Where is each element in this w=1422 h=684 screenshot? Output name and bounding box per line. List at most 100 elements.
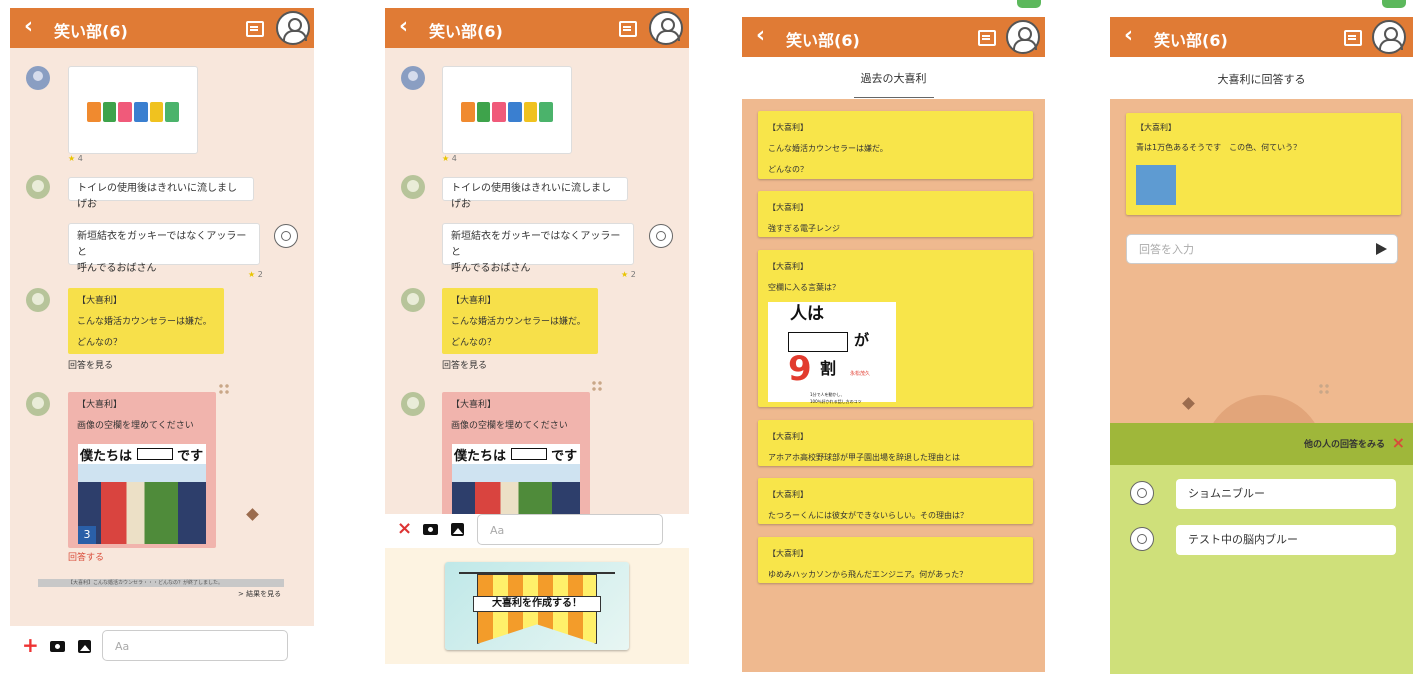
ogiri-list-item[interactable]: 【大喜利】 たつろーくんには彼女ができないらしい。その理由は？	[758, 478, 1033, 524]
create-banner-label: 大喜利を作成する！	[473, 596, 601, 612]
chat-title: 笑い部(6)	[786, 31, 860, 50]
group-avatar-icon[interactable]	[1372, 20, 1406, 54]
star-count: ★ 2	[621, 270, 636, 279]
ogiri-list: 【大喜利】 こんな婚活カウンセラーは嫌だ。 どんなの？ 【大喜利】 強すぎる電子レンジ…	[742, 99, 1045, 672]
ogiri-card[interactable]: 【大喜利】 こんな婚活カウンセラーは嫌だ。 どんなの？	[68, 288, 224, 354]
message-input[interactable]: Aa	[477, 514, 663, 545]
avatar[interactable]	[26, 66, 50, 90]
other-answers-bar[interactable]: 他の人の回答をみる ×	[1110, 423, 1413, 465]
close-icon[interactable]: ×	[397, 518, 412, 539]
camera-icon[interactable]	[423, 524, 438, 535]
group-avatar-icon[interactable]	[276, 11, 310, 45]
memo-icon[interactable]	[246, 21, 264, 37]
tab-header: 大喜利に回答する	[1110, 57, 1413, 100]
chat-title: 笑い部(6)	[1154, 31, 1228, 50]
avatar[interactable]	[26, 392, 50, 416]
ogiri-text: 【大喜利】 画像の空欄を埋めてください	[77, 400, 194, 431]
create-panel: 大喜利を作成する！	[385, 548, 689, 664]
screen-past-ogiri: ‹ 笑い部(6) 過去の大喜利 【大喜利】 こんな婚活カウンセラーは嫌だ。 どんなの…	[742, 0, 1045, 684]
back-icon[interactable]: ‹	[1124, 25, 1133, 47]
answer-input[interactable]: 回答を入力	[1126, 234, 1398, 264]
message-input[interactable]: Aa	[102, 630, 288, 661]
send-icon[interactable]	[1376, 243, 1387, 255]
image-icon[interactable]	[451, 523, 464, 536]
image-icon[interactable]	[78, 640, 91, 653]
app-header: ‹ 笑い部(6)	[385, 8, 689, 48]
close-icon[interactable]: ×	[1392, 433, 1405, 452]
message-bubble: トイレの使用後はきれいに流しましげお	[442, 177, 628, 210]
tab-title[interactable]: 過去の大喜利	[742, 70, 1045, 86]
avatar[interactable]	[1130, 527, 1154, 551]
memo-icon[interactable]	[978, 30, 996, 46]
group-avatar-icon[interactable]	[1006, 20, 1040, 54]
image-message[interactable]	[442, 66, 572, 154]
memo-icon[interactable]	[1344, 30, 1362, 46]
group-avatar-icon[interactable]	[649, 11, 683, 45]
memo-icon[interactable]	[619, 21, 637, 37]
back-icon[interactable]: ‹	[24, 16, 33, 38]
screen-chat: ‹ 笑い部(6) ★ 4 トイレの使用後はきれいに流しましげお 新垣結衣をガッキ…	[10, 0, 314, 684]
create-ogiri-button[interactable]: 大喜利を作成する！	[445, 562, 629, 650]
ogiri-text: 【大喜利】 こんな婚活カウンセラーは嫌だ。 どんなの？	[77, 296, 212, 348]
ogiri-question-card: 【大喜利】 青は1万色あるそうです この色、何ていう？	[1126, 113, 1401, 215]
ogiri-text: 【大喜利】 こんな婚活カウンセラーは嫌だ。 どんなの？	[451, 296, 586, 348]
ogiri-card[interactable]: 【大喜利】 こんな婚活カウンセラーは嫌だ。 どんなの？	[442, 288, 598, 354]
ogiri-list-item[interactable]: 【大喜利】 ゆめみハッカソンから飛んだエンジニア。何があった？	[758, 537, 1033, 583]
book-cover-image: 人は が 9 割 永松茂久 1分で人を動かし、 100％好かれる話し方のコツ	[768, 302, 896, 404]
message-bubble-own: 新垣結衣をガッキーではなくアッラーと 呼んでるおばさん	[68, 223, 260, 274]
answer-panel: 【大喜利】 青は1万色あるそうです この色、何ていう？ 回答を入力	[1110, 99, 1413, 455]
answers-list: ショムニブルー テスト中の脳内ブルー	[1110, 465, 1413, 674]
ogiri-card[interactable]: 【大喜利】 画像の空欄を埋めてください 僕たちは です	[442, 392, 590, 514]
star-count: ★ 4	[68, 154, 83, 163]
status-indicator	[1017, 0, 1041, 8]
tab-underline	[854, 97, 934, 98]
avatar[interactable]	[401, 392, 425, 416]
decoration	[246, 508, 259, 521]
answer-item: ショムニブルー	[1176, 479, 1396, 509]
view-answers-link[interactable]: 回答を見る	[68, 358, 113, 371]
screen-chat-create: ‹ 笑い部(6) ★ 4 トイレの使用後はきれいに流しましげお 新垣結衣をガッキ…	[385, 0, 689, 684]
star-count: ★ 4	[442, 154, 457, 163]
app-header: ‹ 笑い部(6)	[10, 8, 314, 48]
app-header: ‹ 笑い部(6)	[1110, 17, 1413, 57]
decoration	[591, 380, 603, 392]
chat-area: ★ 4 トイレの使用後はきれいに流しましげお 新垣結衣をガッキーではなくアッラー…	[10, 48, 314, 626]
avatar[interactable]	[26, 288, 50, 312]
game-logo-icon	[461, 102, 554, 124]
message-bubble: トイレの使用後はきれいに流しましげお	[68, 177, 254, 210]
color-swatch	[1136, 165, 1176, 205]
plus-icon[interactable]: +	[22, 633, 39, 657]
avatar[interactable]	[401, 288, 425, 312]
chat-area: ★ 4 トイレの使用後はきれいに流しましげお 新垣結衣をガッキーではなくアッラー…	[385, 48, 689, 514]
view-answers-link[interactable]: 回答を見る	[442, 358, 487, 371]
back-icon[interactable]: ‹	[399, 16, 408, 38]
ogiri-list-item[interactable]: 【大喜利】 こんな婚活カウンセラーは嫌だ。 どんなの？	[758, 111, 1033, 179]
camera-icon[interactable]	[50, 641, 65, 652]
avatar[interactable]	[401, 175, 425, 199]
screen-answer-ogiri: ‹ 笑い部(6) 大喜利に回答する 【大喜利】 青は1万色あるそうです この色、…	[1110, 0, 1413, 684]
ogiri-card[interactable]: 【大喜利】 画像の空欄を埋めてください 僕たちは です 3	[68, 392, 216, 548]
chat-title: 笑い部(6)	[429, 22, 503, 41]
avatar[interactable]	[649, 224, 673, 248]
status-indicator	[1382, 0, 1406, 8]
ogiri-image: 僕たちは です	[452, 444, 580, 514]
back-icon[interactable]: ‹	[756, 25, 765, 47]
answer-link[interactable]: 回答する	[68, 550, 104, 563]
image-message[interactable]	[68, 66, 198, 154]
ogiri-list-item[interactable]: 【大喜利】 強すぎる電子レンジ	[758, 191, 1033, 237]
avatar[interactable]	[26, 175, 50, 199]
tab-title[interactable]: 大喜利に回答する	[1110, 71, 1413, 87]
avatar[interactable]	[274, 224, 298, 248]
ogiri-image: 僕たちは です 3	[78, 444, 206, 544]
avatar[interactable]	[1130, 481, 1154, 505]
ogiri-list-item[interactable]: 【大喜利】 アホアホ高校野球部が甲子園出場を辞退した理由とは	[758, 420, 1033, 466]
decoration	[1318, 383, 1330, 395]
game-logo-icon	[87, 102, 180, 124]
ogiri-list-item[interactable]: 【大喜利】 空欄に入る言葉は？ 人は が 9 割 永松茂久 1分で人を動かし、 1…	[758, 250, 1033, 407]
image-badge: 3	[78, 526, 96, 544]
avatar[interactable]	[401, 66, 425, 90]
chat-title: 笑い部(6)	[54, 22, 128, 41]
view-result-link[interactable]: > 結果を見る	[238, 589, 281, 599]
star-count: ★ 2	[248, 270, 263, 279]
answer-item: テスト中の脳内ブルー	[1176, 525, 1396, 555]
